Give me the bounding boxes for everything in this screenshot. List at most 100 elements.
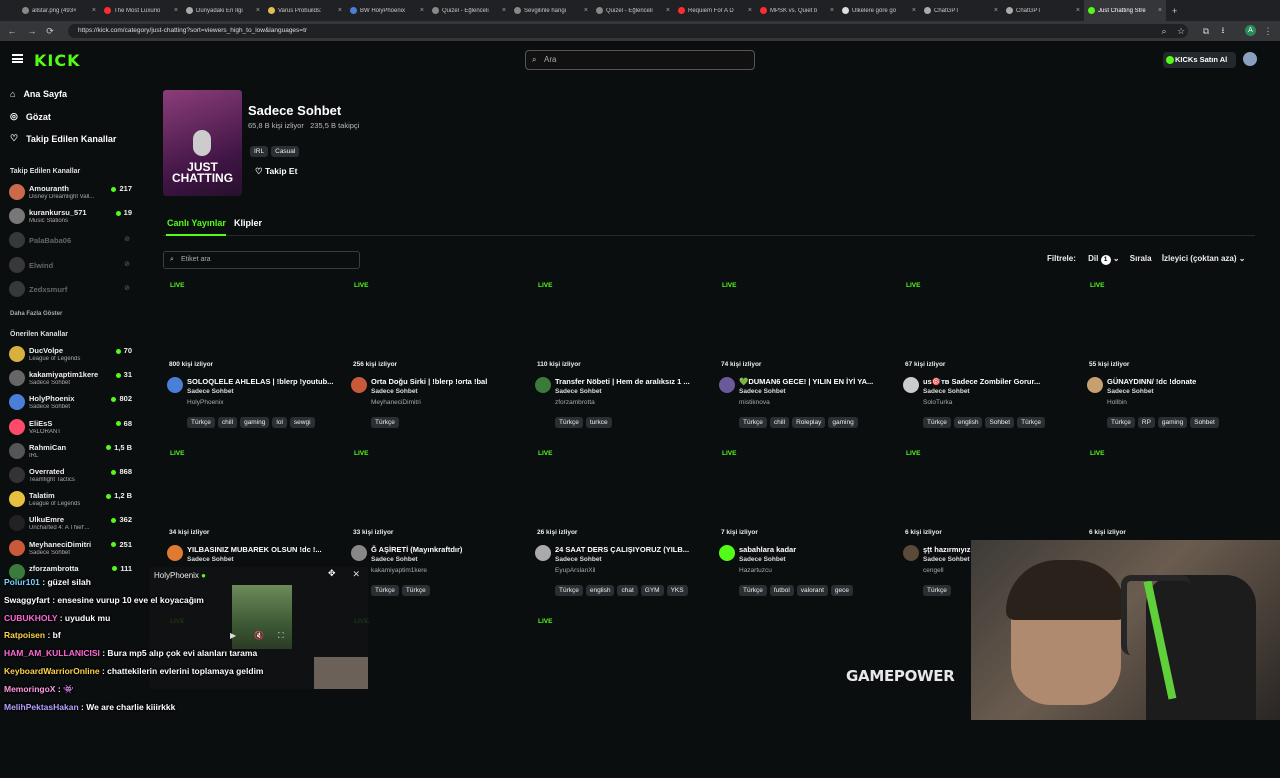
- streamer-avatar[interactable]: [351, 545, 367, 561]
- sidebar-channel[interactable]: DucVolpe League of Legends 70: [9, 343, 132, 365]
- stream-tag[interactable]: GYM: [640, 585, 664, 596]
- close-icon[interactable]: ×: [256, 7, 260, 14]
- kick-logo[interactable]: KICK: [34, 51, 81, 70]
- language-filter[interactable]: Dil 1 ⌄: [1088, 254, 1122, 265]
- buy-kicks-button[interactable]: KICKs Satın Al: [1163, 52, 1236, 68]
- expand-icon[interactable]: ⛶: [278, 631, 284, 641]
- browser-tab[interactable]: The Most Luxurio ×: [100, 0, 182, 21]
- streamer-avatar[interactable]: [167, 545, 183, 561]
- play-icon[interactable]: ▶: [230, 631, 236, 640]
- stream-thumbnail[interactable]: [163, 450, 343, 540]
- stream-category[interactable]: Sadece Sohbet: [187, 556, 234, 563]
- sidebar-channel[interactable]: MeyhaneciDimitri Sadece Sohbet 251: [9, 537, 132, 559]
- stream-thumbnail[interactable]: [899, 282, 1079, 372]
- streamer-name[interactable]: mistiknova: [739, 399, 770, 406]
- stream-thumbnail[interactable]: [347, 618, 527, 708]
- stream-card[interactable]: LIVE: [347, 618, 527, 778]
- stream-thumbnail[interactable]: [715, 450, 895, 540]
- streamer-avatar[interactable]: [167, 377, 183, 393]
- stream-thumbnail[interactable]: [531, 282, 711, 372]
- sidebar-channel[interactable]: HolyPhoenix Sadece Sohbet 802: [9, 391, 132, 413]
- sidebar-channel[interactable]: UlkuEmre Uncharted 4: A Thief'... 362: [9, 512, 132, 534]
- streamer-name[interactable]: kakamiyaptim1kere: [371, 567, 427, 574]
- stream-tag[interactable]: Türkçe: [1107, 417, 1135, 428]
- stream-title[interactable]: Orta Doğu Sirki | !blerp !orta !bal: [371, 377, 521, 386]
- stream-category[interactable]: Sadece Sohbet: [923, 388, 970, 395]
- stream-tag[interactable]: Türkçe: [739, 417, 767, 428]
- category-tag[interactable]: IRL: [250, 146, 269, 157]
- streamer-name[interactable]: Hazartuzcu: [739, 567, 772, 574]
- stream-category[interactable]: Sadece Sohbet: [371, 388, 418, 395]
- close-icon[interactable]: ×: [748, 7, 752, 14]
- user-avatar[interactable]: [1243, 52, 1257, 66]
- mute-icon[interactable]: 🔇: [254, 631, 264, 640]
- close-icon[interactable]: ×: [912, 7, 916, 14]
- stream-tag[interactable]: sewgi: [289, 417, 315, 428]
- browser-tab[interactable]: BW HolyPhoenix ×: [346, 0, 428, 21]
- stream-category[interactable]: Sadece Sohbet: [739, 556, 786, 563]
- stream-tag[interactable]: Türkçe: [401, 585, 430, 596]
- stream-card[interactable]: LIVE 33 kişi izliyor Ğ AŞİRETİ (Mayınkraft…: [347, 450, 527, 610]
- stream-thumbnail[interactable]: [1083, 282, 1263, 372]
- stream-title[interactable]: 💚DUMAN6 GECE! | YILIN EN İYİ YA...: [739, 377, 889, 386]
- sidebar-channel[interactable]: RahmiCan IRL 1,5 B: [9, 440, 132, 462]
- stream-card[interactable]: LIVE: [531, 618, 711, 778]
- streamer-name[interactable]: MeyhaneciDimitri: [371, 399, 421, 406]
- stream-tag[interactable]: chat: [617, 585, 638, 596]
- streamer-avatar[interactable]: [535, 377, 551, 393]
- stream-tag[interactable]: futbol: [769, 585, 794, 596]
- tab-clips[interactable]: Klipler: [234, 218, 262, 228]
- stream-tag[interactable]: chill: [217, 417, 238, 428]
- stream-tag[interactable]: lol: [272, 417, 287, 428]
- stream-tag[interactable]: chill: [769, 417, 790, 428]
- stream-title[interactable]: GÜNAYDINN/ !dc !donate: [1107, 377, 1257, 386]
- streamer-name[interactable]: zforzambrotta: [555, 399, 595, 406]
- stream-card[interactable]: LIVE 67 kişi izliyor us🎯тв Sadece Zombiler…: [899, 282, 1079, 442]
- nav-following[interactable]: ♡ Takip Edilen Kanallar: [10, 133, 116, 144]
- streamer-avatar[interactable]: [903, 377, 919, 393]
- stream-thumbnail[interactable]: [899, 450, 1079, 540]
- stream-tag[interactable]: YKS: [666, 585, 688, 596]
- stream-tag[interactable]: Roleplay: [792, 417, 826, 428]
- stream-title[interactable]: YILBASINIZ MUBAREK OLSUN !dc !...: [187, 545, 337, 554]
- stream-tag[interactable]: Türkçe: [555, 585, 583, 596]
- stream-tag[interactable]: gaming: [1157, 417, 1188, 428]
- stream-thumbnail[interactable]: [347, 282, 527, 372]
- search-input[interactable]: ⌕ Ara: [525, 50, 755, 70]
- stream-tag[interactable]: gece: [830, 585, 854, 596]
- browser-tab[interactable]: allstar.png (493× ×: [18, 0, 100, 21]
- follow-category-button[interactable]: ♡ Takip Et: [250, 163, 305, 180]
- close-icon[interactable]: ×: [420, 7, 424, 14]
- stream-card[interactable]: LIVE 26 kişi izliyor 24 SAAT DERS ÇALIŞIYO…: [531, 450, 711, 610]
- streamer-avatar[interactable]: [719, 377, 735, 393]
- stream-tag[interactable]: english: [953, 417, 983, 428]
- stream-tag[interactable]: Sohbet: [1190, 417, 1219, 428]
- stream-category[interactable]: Sadece Sohbet: [1107, 388, 1154, 395]
- stream-tag[interactable]: Sohbet: [985, 417, 1015, 428]
- nav-browse[interactable]: ◎ Gözat: [10, 111, 51, 122]
- browser-tab[interactable]: Quizel - Eğlenceli ×: [592, 0, 674, 21]
- hamburger-menu-icon[interactable]: [12, 54, 23, 63]
- browser-tab[interactable]: Varus Probuilds: ×: [264, 0, 346, 21]
- streamer-name[interactable]: cengell: [923, 567, 944, 574]
- close-icon[interactable]: ✕: [352, 569, 360, 580]
- show-more-link[interactable]: Daha Fazla Göster: [10, 311, 62, 317]
- stream-card[interactable]: LIVE 256 kişi izliyor Orta Doğu Sirki | !b…: [347, 282, 527, 442]
- stream-tag[interactable]: RP: [1137, 417, 1155, 428]
- close-icon[interactable]: ×: [830, 7, 834, 14]
- category-tag[interactable]: Casual: [271, 146, 300, 157]
- move-icon[interactable]: ✥: [328, 568, 336, 579]
- streamer-avatar[interactable]: [351, 377, 367, 393]
- stream-category[interactable]: Sadece Sohbet: [371, 556, 418, 563]
- close-icon[interactable]: ×: [584, 7, 588, 14]
- sidebar-channel[interactable]: PalaBaba06 ⊘: [9, 229, 132, 251]
- stream-title[interactable]: 24 SAAT DERS ÇALIŞIYORUZ (YILB...: [555, 545, 705, 554]
- tab-live-streams[interactable]: Canlı Yayınlar: [167, 218, 226, 228]
- stream-thumbnail[interactable]: [163, 282, 343, 372]
- streamer-avatar[interactable]: [903, 545, 919, 561]
- extensions-icon[interactable]: ⧉: [1198, 26, 1214, 37]
- streamer-avatar[interactable]: [1087, 377, 1103, 393]
- close-icon[interactable]: ×: [994, 7, 998, 14]
- browser-tab[interactable]: ChatGPT ×: [1002, 0, 1084, 21]
- nav-home[interactable]: ⌂ Ana Sayfa: [10, 89, 67, 99]
